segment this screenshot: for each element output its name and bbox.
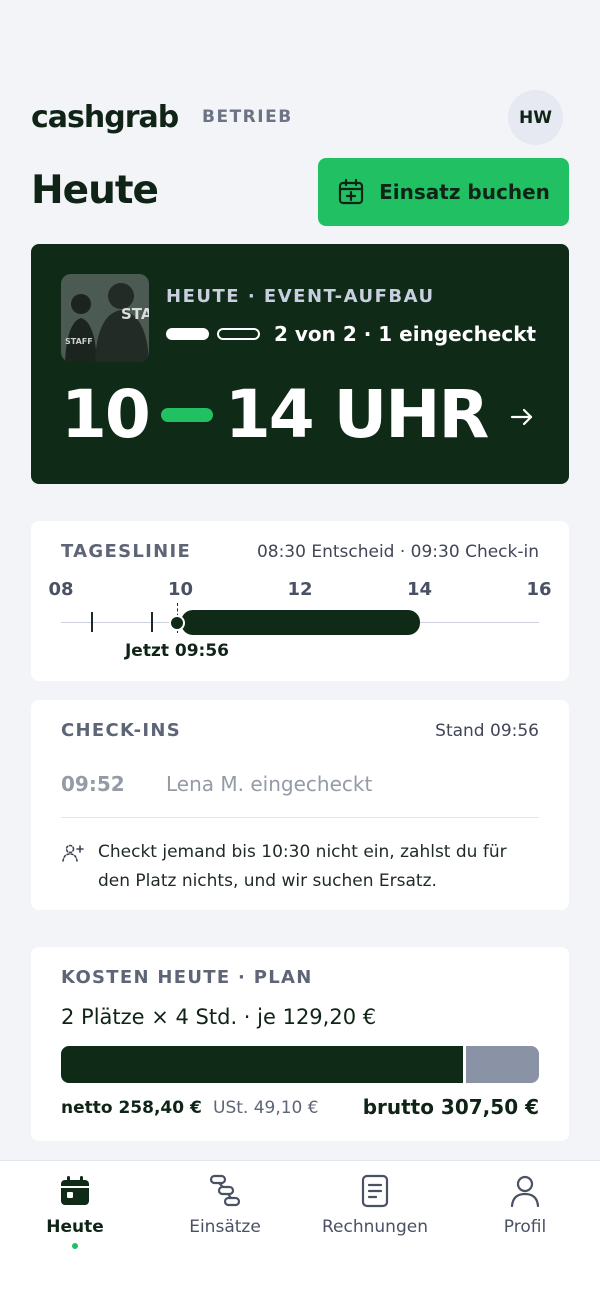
app-logo: cashgrab — [31, 100, 179, 135]
slot-pill — [217, 328, 260, 340]
timeline-tick: 16 — [526, 579, 552, 600]
checkin-text: Lena M. eingecheckt — [166, 772, 373, 796]
cost-bar-tax — [465, 1046, 539, 1083]
time-dash — [160, 408, 213, 422]
divider — [61, 817, 539, 818]
event-time-range: 10 14 UHR — [61, 376, 489, 453]
cost-bar — [61, 1046, 539, 1083]
checkin-time: 09:52 — [61, 772, 125, 796]
active-indicator — [72, 1243, 78, 1249]
route-icon — [209, 1174, 241, 1207]
checkins-title: CHECK-INS — [61, 720, 182, 741]
checkin-marker — [151, 612, 153, 632]
checkins-meta: Stand 09:56 — [435, 721, 539, 741]
arrow-right-icon[interactable] — [509, 404, 535, 430]
nav-label: Profil — [503, 1217, 547, 1237]
nav-label: Rechnungen — [322, 1217, 428, 1237]
timeline-tick: 12 — [287, 579, 313, 600]
checkins-card: CHECK-INS Stand 09:56 09:52 Lena M. eing… — [31, 700, 569, 910]
timeline-tick: 14 — [406, 579, 433, 600]
timeline-tick: 10 — [167, 579, 194, 600]
page-title: Heute — [31, 168, 159, 213]
app-logo-subtitle: BETRIEB — [202, 107, 293, 127]
book-shift-button-label: Einsatz buchen — [379, 180, 550, 204]
timeline-meta: 08:30 Entscheid · 09:30 Check-in — [256, 542, 539, 562]
nav-item-einsaetze[interactable]: Einsätze — [150, 1173, 300, 1237]
costs-title: KOSTEN HEUTE · PLAN — [61, 967, 313, 988]
svg-text:STAFF: STAFF — [65, 337, 93, 346]
cost-bar-net — [61, 1046, 463, 1083]
nav-label: Heute — [46, 1217, 104, 1237]
event-label: HEUTE · EVENT-AUFBAU — [166, 286, 435, 307]
slot-indicators — [166, 328, 260, 340]
checkin-note: Checkt jemand bis 10:30 nicht ein, zahls… — [98, 842, 507, 891]
user-icon — [510, 1175, 540, 1208]
calendar-icon — [61, 1176, 89, 1205]
invoice-icon — [361, 1174, 389, 1208]
calendar-plus-icon — [339, 178, 364, 205]
timeline-card: TAGESLINIE 08:30 Entscheid · 09:30 Check… — [31, 521, 569, 681]
user-replace-icon — [62, 844, 84, 862]
costs-card: KOSTEN HEUTE · PLAN 2 Plätze × 4 Std. · … — [31, 947, 569, 1141]
app-header: cashgrab BETRIEB HW — [31, 90, 569, 150]
checkin-status: 2 von 2 · 1 eingecheckt — [274, 322, 537, 346]
nav-item-profil[interactable]: Profil — [450, 1173, 600, 1237]
slot-pill — [166, 328, 209, 340]
timeline-tick: 08 — [48, 579, 74, 600]
event-card[interactable]: STAFF STAFF HEUTE · EVENT-AUFBAU 2 von 2… — [31, 244, 569, 484]
bottom-nav: Heute Einsätze Rechnungen Profil — [0, 1160, 600, 1298]
now-marker — [169, 615, 185, 631]
tax-amount: USt. 49,10 € — [213, 1098, 319, 1118]
net-amount: netto 258,40 € — [61, 1098, 202, 1118]
event-time-to: 14 UHR — [224, 376, 489, 453]
decision-marker — [91, 612, 93, 632]
costs-breakdown: 2 Plätze × 4 Std. · je 129,20 € — [61, 1005, 377, 1029]
shift-bar — [180, 610, 420, 635]
now-label: Jetzt 09:56 — [124, 641, 230, 661]
timeline-title: TAGESLINIE — [61, 541, 192, 562]
book-shift-button[interactable]: Einsatz buchen — [318, 158, 569, 226]
event-photo-text: STAFF — [121, 305, 149, 323]
event-time-from: 10 — [61, 376, 151, 453]
nav-label: Einsätze — [189, 1217, 261, 1237]
nav-item-heute[interactable]: Heute — [0, 1173, 150, 1249]
event-photo: STAFF STAFF — [61, 274, 149, 362]
avatar[interactable]: HW — [508, 90, 563, 145]
gross-amount: brutto 307,50 € — [362, 1095, 539, 1119]
nav-item-rechnungen[interactable]: Rechnungen — [300, 1173, 450, 1237]
